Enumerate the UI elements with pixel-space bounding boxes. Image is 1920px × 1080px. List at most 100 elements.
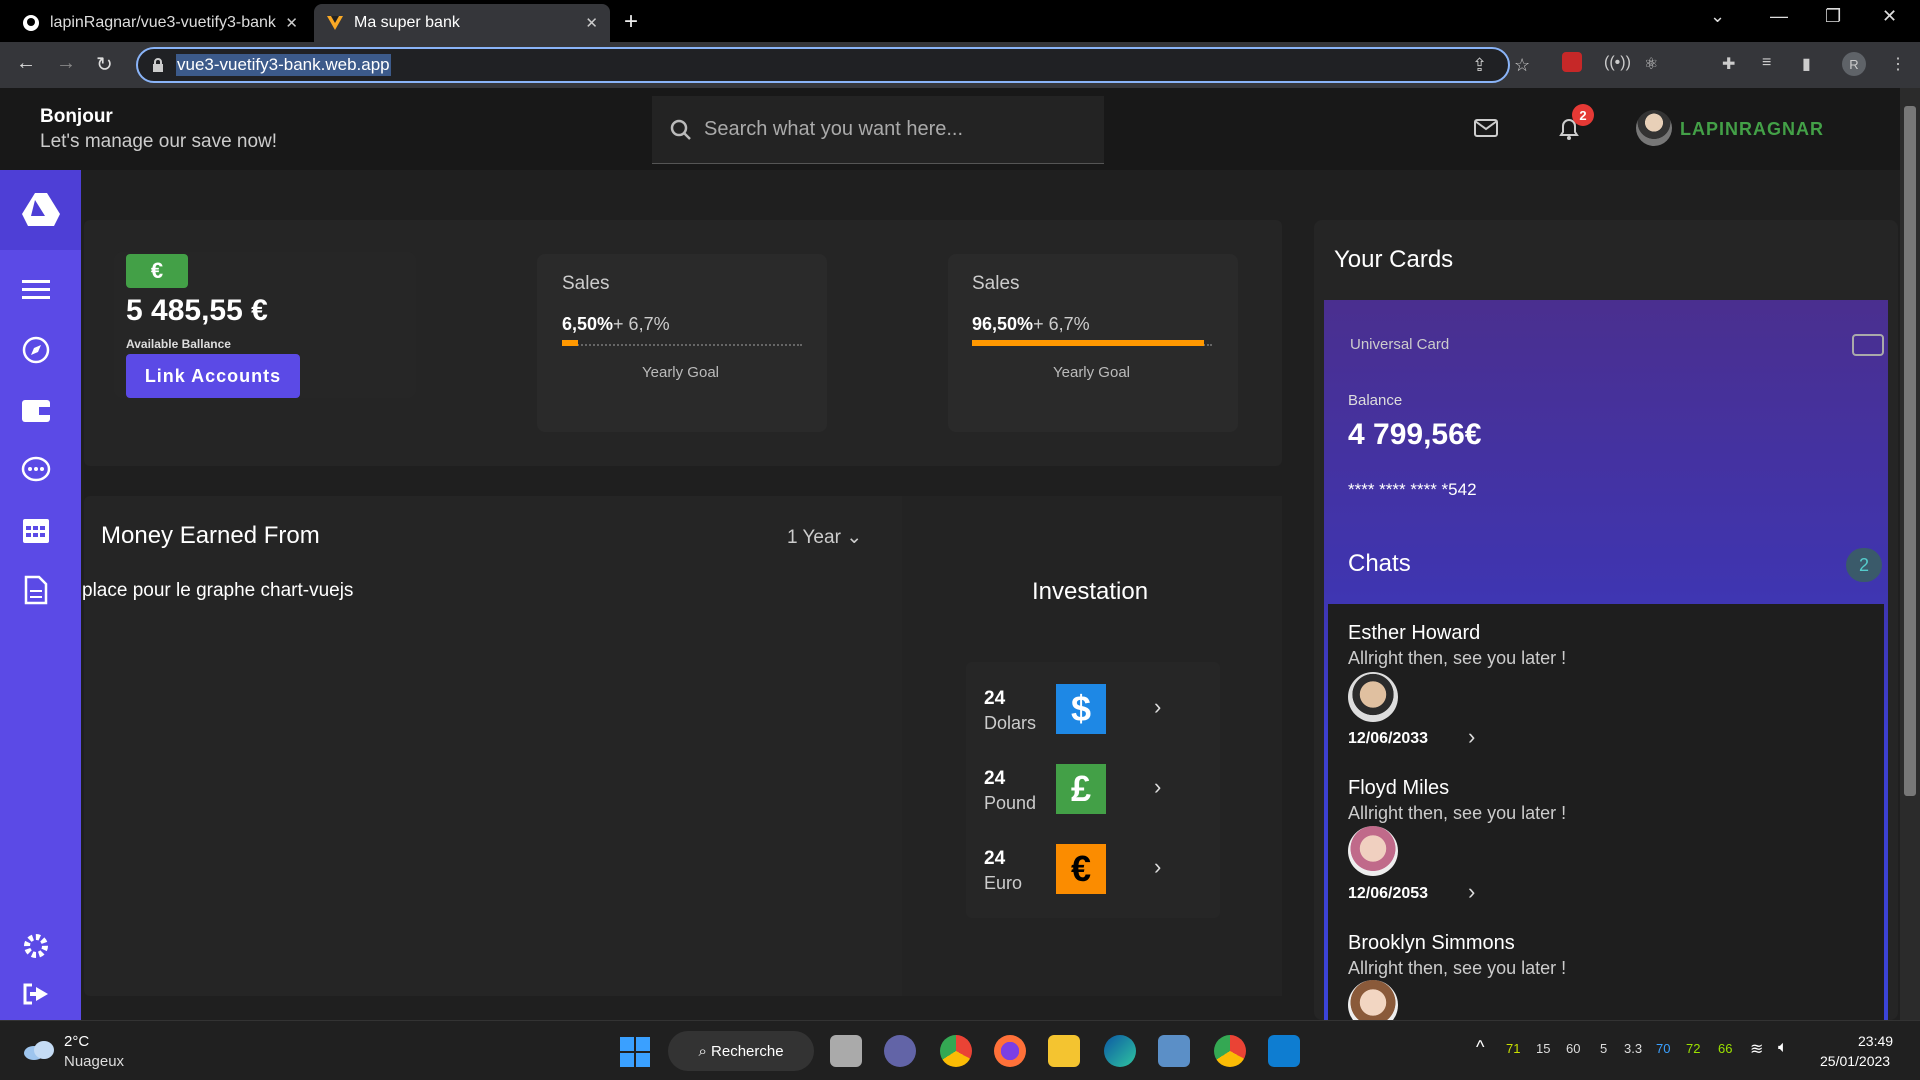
share-icon[interactable]: ⇪ <box>1472 55 1487 76</box>
chat-list: Esther Howard Allright then, see you lat… <box>1328 604 1884 1030</box>
chart-placeholder: place pour le graphe chart-vuejs <box>82 580 354 601</box>
avatar <box>1348 672 1398 722</box>
sidepanel-icon[interactable]: ▮ <box>1802 54 1811 74</box>
wallet-icon[interactable] <box>20 394 52 426</box>
taskbar-search[interactable]: ⌕ Recherche <box>668 1031 814 1071</box>
scrollbar-thumb[interactable] <box>1904 106 1916 796</box>
tab-github[interactable]: lapinRagnar/vue3-vuetify3-bank ✕ <box>10 4 310 42</box>
mastercard-icon <box>1852 334 1884 356</box>
monitor-icon[interactable] <box>1158 1035 1190 1067</box>
link-accounts-button[interactable]: Link Accounts <box>126 354 300 398</box>
react-icon[interactable]: ⚛ <box>1644 54 1658 74</box>
chevron-down-icon[interactable]: ⌄ <box>1710 6 1725 27</box>
back-button[interactable]: ← <box>16 52 36 75</box>
edge-icon[interactable] <box>1104 1035 1136 1067</box>
gear-icon[interactable] <box>20 930 52 962</box>
sales-value: 96,50%+ 6,7% <box>972 314 1090 335</box>
profile-avatar[interactable]: R <box>1842 52 1866 76</box>
folder-icon[interactable] <box>1048 1035 1080 1067</box>
vscode-icon[interactable] <box>1268 1035 1300 1067</box>
chat-name[interactable]: Floyd Miles <box>1348 777 1449 800</box>
sales-value: 6,50%+ 6,7% <box>562 314 670 335</box>
avatar[interactable] <box>1636 110 1672 146</box>
chat-message: Allright then, see you later ! <box>1348 648 1567 668</box>
tray-value: 5 <box>1600 1041 1608 1056</box>
mail-icon[interactable] <box>1474 118 1498 138</box>
star-icon[interactable]: ☆ <box>1514 55 1530 76</box>
menu-icon[interactable]: ⋮ <box>1890 54 1906 74</box>
minimize-button[interactable]: — <box>1770 6 1788 27</box>
investation-unit: Pound <box>984 793 1037 813</box>
ublock-icon[interactable] <box>1562 52 1582 72</box>
chat-name[interactable]: Brooklyn Simmons <box>1348 932 1515 955</box>
clock-time[interactable]: 23:49 <box>1858 1033 1893 1049</box>
balance-label: Available Ballance <box>126 337 231 351</box>
chevron-right-icon[interactable]: › <box>1468 879 1475 905</box>
chevron-up-icon[interactable]: ^ <box>1476 1037 1484 1058</box>
username[interactable]: LAPINRAGNAR <box>1680 119 1824 140</box>
tray-value: 3.3 <box>1624 1041 1643 1056</box>
card-name: Universal Card <box>1350 336 1450 353</box>
chevron-right-icon[interactable]: › <box>1154 774 1161 800</box>
firefox-icon[interactable] <box>994 1035 1026 1067</box>
lock-icon <box>153 58 163 72</box>
tray-value: 70 <box>1656 1041 1671 1056</box>
period-select[interactable]: 1 Year ⌄ <box>787 526 862 549</box>
chrome-profile-icon[interactable] <box>1214 1035 1246 1067</box>
address-bar[interactable]: vue3-vuetify3-bank.web.app ⇪ ☆ <box>136 47 1530 83</box>
investation-unit: Dolars <box>984 713 1037 733</box>
reload-button[interactable]: ↻ <box>96 52 113 77</box>
chevron-down-icon: ⌄ <box>846 527 863 548</box>
search-input[interactable]: Search what you want here... <box>652 96 1104 164</box>
teams-icon[interactable] <box>884 1035 916 1067</box>
media-icon[interactable]: ≡ <box>1762 54 1771 72</box>
sales-title: Sales <box>562 273 610 294</box>
chat-message: Allright then, see you later ! <box>1348 958 1567 978</box>
goal-label: Yearly Goal <box>642 364 719 381</box>
task-view-icon[interactable] <box>830 1035 862 1067</box>
investation-amount: 24 <box>984 848 1006 869</box>
close-window-button[interactable]: ✕ <box>1882 6 1897 27</box>
sales-delta: + 6,7% <box>1033 314 1090 334</box>
tab-bank[interactable]: Ma super bank ✕ <box>314 4 610 42</box>
close-icon[interactable]: ✕ <box>585 14 598 32</box>
app-header: Bonjour Let's manage our save now! Searc… <box>0 88 1900 170</box>
sales-percent: 6,50% <box>562 314 614 334</box>
tab-title: lapinRagnar/vue3-vuetify3-bank <box>50 14 276 31</box>
search-icon <box>670 119 691 140</box>
taskbar: 2°C Nuageux ⌕ Recherche ^ 71 15 60 5 3.3… <box>0 1020 1920 1080</box>
weather-desc[interactable]: Nuageux <box>64 1053 124 1070</box>
logout-icon[interactable] <box>20 978 52 1010</box>
chat-icon[interactable] <box>20 454 52 486</box>
wifi-icon[interactable]: ≋ <box>1750 1039 1763 1059</box>
close-icon[interactable]: ✕ <box>285 14 298 32</box>
chrome-icon[interactable] <box>940 1035 972 1067</box>
new-tab-button[interactable]: + <box>624 8 638 36</box>
puzzle-icon[interactable]: ✚ <box>1722 54 1735 74</box>
chat-name[interactable]: Esther Howard <box>1348 622 1480 645</box>
restore-button[interactable]: ❐ <box>1825 6 1841 27</box>
document-icon[interactable] <box>20 574 52 606</box>
calendar-icon[interactable] <box>20 514 52 546</box>
progress-fill <box>972 340 1204 346</box>
menu-icon[interactable] <box>20 274 52 306</box>
page-scrollbar[interactable] <box>1900 88 1920 1020</box>
windows-start-icon[interactable] <box>620 1037 650 1067</box>
tray-value: 60 <box>1566 1041 1581 1056</box>
cards-title: Your Cards <box>1334 246 1454 273</box>
sidebar <box>0 170 81 1020</box>
compass-icon[interactable] <box>20 334 52 366</box>
investation-title: Investation <box>1032 578 1149 605</box>
chevron-right-icon[interactable]: › <box>1154 854 1161 880</box>
radio-icon[interactable]: ((•)) <box>1604 54 1631 72</box>
progress-fill <box>562 340 578 346</box>
clock-date[interactable]: 25/01/2023 <box>1820 1053 1890 1069</box>
sales-title: Sales <box>972 273 1020 294</box>
logo-icon[interactable] <box>0 170 81 250</box>
url-text: vue3-vuetify3-bank.web.app <box>176 54 391 76</box>
volume-icon[interactable]: 🔈︎ <box>1778 1039 1788 1057</box>
chevron-right-icon[interactable]: › <box>1154 694 1161 720</box>
weather-temp[interactable]: 2°C <box>64 1033 89 1050</box>
chevron-right-icon[interactable]: › <box>1468 724 1475 750</box>
forward-button[interactable]: → <box>56 52 76 75</box>
